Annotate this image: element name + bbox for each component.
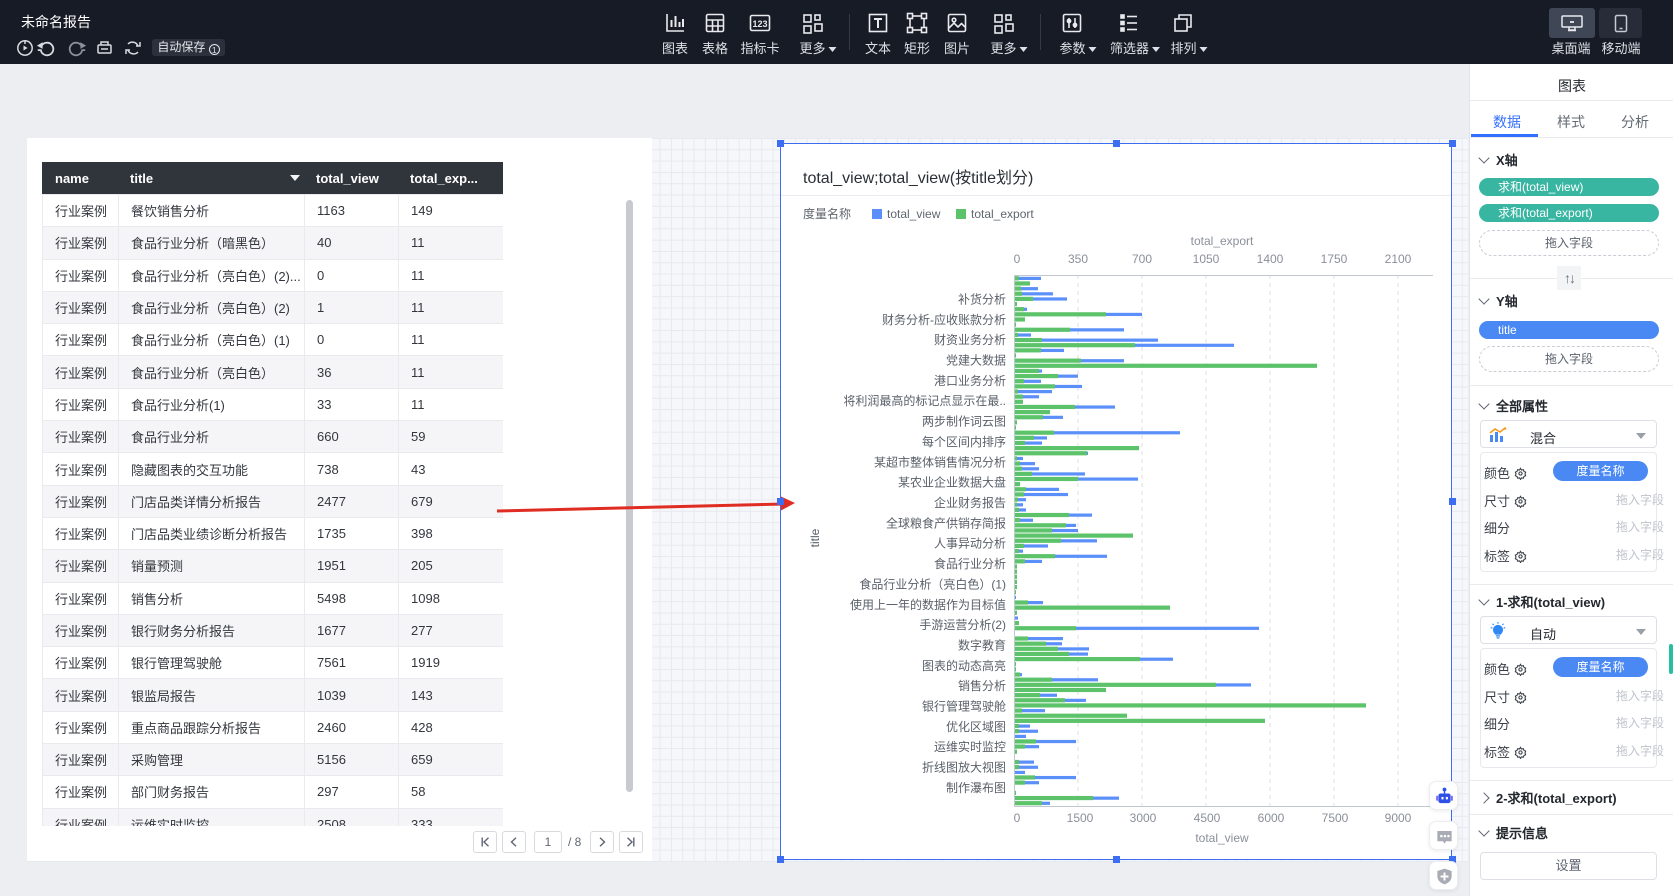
svg-text:数字教育: 数字教育	[958, 638, 1006, 653]
svg-text:某超市整体销售情况分析: 某超市整体销售情况分析	[874, 454, 1006, 469]
svg-text:折线图放大视图: 折线图放大视图	[922, 760, 1006, 775]
svg-text:350: 350	[1068, 252, 1088, 266]
svg-text:使用上一年的数据作为目标值: 使用上一年的数据作为目标值	[850, 597, 1006, 612]
svg-text:党建大数据: 党建大数据	[946, 353, 1006, 368]
svg-text:3000: 3000	[1130, 811, 1157, 825]
svg-text:1500: 1500	[1067, 811, 1094, 825]
svg-text:全球粮食产供销存简报: 全球粮食产供销存简报	[886, 515, 1006, 530]
svg-text:total_export: total_export	[971, 207, 1034, 221]
svg-text:将利润最高的标记点显示在最..: 将利润最高的标记点显示在最..	[843, 393, 1006, 408]
svg-text:制作瀑布图: 制作瀑布图	[946, 781, 1006, 795]
svg-text:title: title	[808, 528, 822, 547]
svg-text:9000: 9000	[1385, 811, 1412, 825]
svg-text:港口业务分析: 港口业务分析	[934, 373, 1006, 388]
svg-text:销售分析: 销售分析	[958, 678, 1006, 693]
svg-text:两步制作词云图: 两步制作词云图	[922, 415, 1006, 429]
svg-text:7500: 7500	[1322, 811, 1349, 825]
svg-text:手游运营分析(2): 手游运营分析(2)	[919, 618, 1006, 632]
svg-text:运维实时监控: 运维实时监控	[934, 739, 1006, 754]
svg-text:700: 700	[1132, 252, 1152, 266]
svg-text:财资业务分析: 财资业务分析	[934, 332, 1006, 347]
svg-text:6000: 6000	[1258, 811, 1285, 825]
svg-text:total_view: total_view	[1195, 831, 1249, 845]
svg-text:1750: 1750	[1321, 252, 1348, 266]
svg-text:0: 0	[1014, 811, 1021, 825]
svg-text:123: 123	[752, 19, 767, 29]
svg-text:食品行业分析（亮白色）(1): 食品行业分析（亮白色）(1)	[859, 576, 1006, 591]
svg-text:2100: 2100	[1385, 252, 1412, 266]
svg-text:补货分析: 补货分析	[958, 292, 1006, 307]
svg-text:图表的动态高亮: 图表的动态高亮	[922, 658, 1006, 673]
svg-text:度量名称: 度量名称	[803, 206, 851, 221]
svg-text:人事异动分析: 人事异动分析	[934, 537, 1006, 551]
svg-text:1400: 1400	[1257, 252, 1284, 266]
svg-text:4500: 4500	[1194, 811, 1221, 825]
svg-text:total_view: total_view	[887, 207, 941, 221]
svg-text:银行管理驾驶舱: 银行管理驾驶舱	[922, 699, 1006, 714]
svg-text:某农业企业数据大盘: 某农业企业数据大盘	[898, 475, 1006, 490]
svg-text:每个区间内排序: 每个区间内排序	[922, 434, 1006, 449]
svg-text:优化区域图: 优化区域图	[946, 720, 1006, 734]
svg-text:企业财务报告: 企业财务报告	[934, 495, 1006, 510]
svg-text:财务分析-应收账款分析: 财务分析-应收账款分析	[882, 312, 1006, 327]
svg-text:total_export: total_export	[1191, 234, 1254, 248]
svg-text:食品行业分析: 食品行业分析	[934, 556, 1006, 571]
svg-text:0: 0	[1014, 252, 1021, 266]
svg-text:total_view;total_view(按title划分: total_view;total_view(按title划分)	[803, 169, 1033, 187]
svg-text:1050: 1050	[1193, 252, 1220, 266]
